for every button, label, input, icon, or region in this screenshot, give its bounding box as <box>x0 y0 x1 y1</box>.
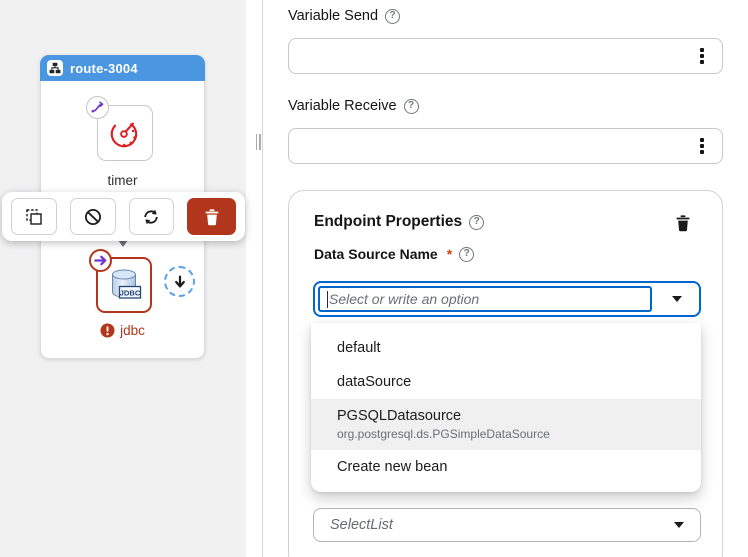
edge-arrow-icon <box>118 240 128 247</box>
timer-icon <box>110 120 138 148</box>
kebab-menu-button[interactable] <box>689 43 715 69</box>
caret-down-icon <box>674 522 684 528</box>
splitter-handle[interactable] <box>253 131 263 153</box>
option-description: org.postgresql.ds.PGSimpleDataSource <box>337 427 550 441</box>
kebab-icon <box>700 48 704 52</box>
combobox-input-box <box>318 286 652 312</box>
node-toolbar <box>2 192 245 241</box>
help-icon[interactable]: ? <box>385 8 401 24</box>
endpoint-properties-title: Endpoint Properties <box>314 213 463 230</box>
required-marker: * <box>446 246 453 262</box>
route-title: route-3004 <box>70 60 138 76</box>
variable-send-label-row: Variable Send ? <box>288 8 401 24</box>
variable-receive-label: Variable Receive <box>288 98 397 114</box>
help-icon[interactable]: ? <box>469 214 485 230</box>
selectlist-placeholder: SelectList <box>330 517 393 533</box>
menu-option-datasource[interactable]: dataSource <box>311 365 701 399</box>
refresh-icon <box>144 209 159 224</box>
datasource-label-row: Data Source Name * ? <box>314 246 475 262</box>
caret-down-icon <box>672 296 682 302</box>
disable-button[interactable] <box>69 198 116 235</box>
arrow-down-icon <box>174 275 185 287</box>
copy-icon <box>26 208 42 225</box>
datasource-typeahead-input[interactable] <box>328 291 650 307</box>
datasource-combobox <box>313 281 701 317</box>
arrow-right-badge-icon <box>89 249 112 272</box>
combobox-toggle-button[interactable] <box>655 283 699 315</box>
variable-send-label: Variable Send <box>288 8 379 24</box>
delete-button[interactable] <box>187 198 236 235</box>
selectlist-dropdown[interactable]: SelectList <box>313 508 701 542</box>
menu-option-default[interactable]: default <box>311 331 701 365</box>
timer-node-label: timer <box>107 173 138 188</box>
kebab-menu-button[interactable] <box>689 133 715 159</box>
database-jdbc-icon: JDBC <box>112 269 142 299</box>
help-icon[interactable]: ? <box>403 98 419 114</box>
kebab-icon <box>700 138 704 142</box>
variable-send-input[interactable] <box>288 38 723 74</box>
app-window: route-3004 timer JDBC jdbc Variable Send… <box>0 0 748 557</box>
jdbc-node-label-row: jdbc <box>41 323 204 338</box>
trash-icon <box>676 215 690 232</box>
datasource-dropdown-menu: default dataSource PGSQLDatasource org.p… <box>311 323 701 492</box>
endpoint-properties-header: Endpoint Properties ? <box>314 213 485 231</box>
jdbc-node-label: jdbc <box>120 323 145 338</box>
route-icon <box>47 60 63 76</box>
variable-receive-field-wrap <box>288 128 723 164</box>
help-icon[interactable]: ? <box>459 246 475 262</box>
panel-divider <box>262 0 263 557</box>
menu-option-pgsqldatasource[interactable]: PGSQLDatasource org.postgresql.ds.PGSimp… <box>311 399 701 450</box>
trash-icon <box>205 208 219 225</box>
error-exclamation-icon <box>100 323 115 338</box>
datasource-label: Data Source Name <box>314 246 438 262</box>
menu-option-create-new-bean[interactable]: Create new bean <box>311 450 701 484</box>
variable-receive-input[interactable] <box>288 128 723 164</box>
add-step-button[interactable] <box>164 266 195 297</box>
shuffle-badge-icon <box>86 96 109 119</box>
variable-send-field-wrap <box>288 38 723 74</box>
copy-button[interactable] <box>11 198 57 235</box>
route-header[interactable]: route-3004 <box>40 55 205 81</box>
ban-icon <box>84 208 101 225</box>
endpoint-properties-card: Endpoint Properties ? Data Source Name *… <box>288 190 723 557</box>
flow-canvas[interactable]: route-3004 timer JDBC jdbc <box>0 0 246 557</box>
jdbc-icon-text: JDBC <box>120 288 141 297</box>
variable-receive-label-row: Variable Receive ? <box>288 98 419 114</box>
refresh-button[interactable] <box>128 198 175 235</box>
remove-endpoint-button[interactable] <box>673 212 693 234</box>
